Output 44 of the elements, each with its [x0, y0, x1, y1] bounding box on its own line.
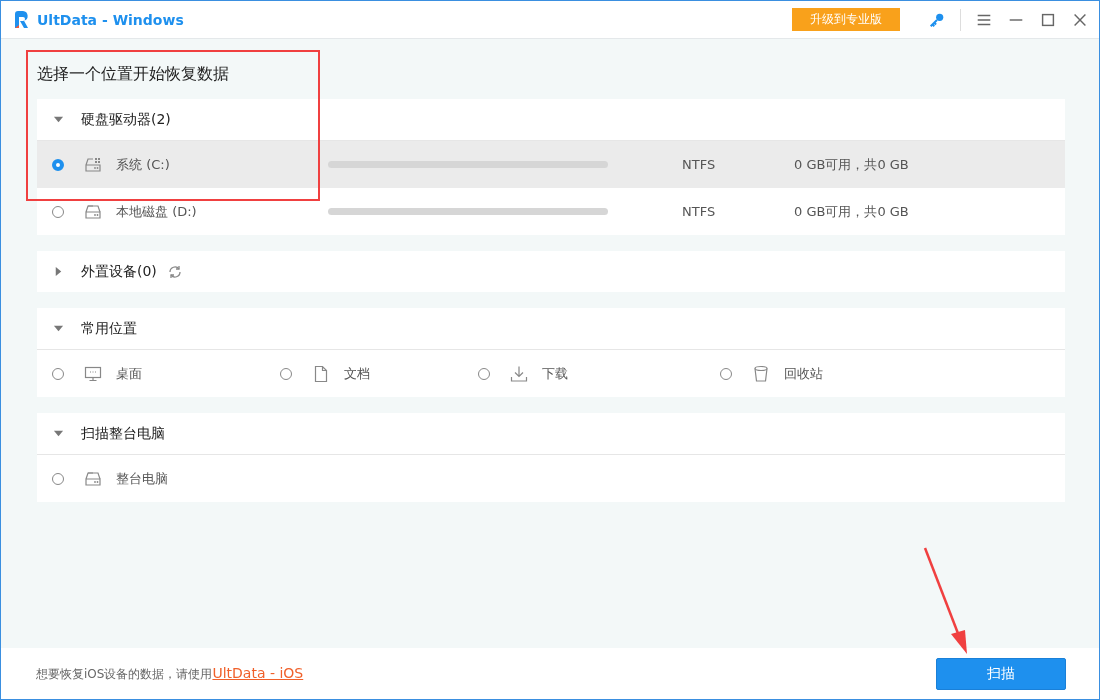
monitor-icon: [84, 364, 102, 383]
window-title: UltData - Windows: [37, 11, 184, 28]
radio-button[interactable]: [280, 367, 292, 380]
section-title[interactable]: 外置设备(0): [81, 262, 157, 281]
system-drive-icon: [84, 155, 102, 174]
location-name: 回收站: [784, 364, 823, 383]
location-option[interactable]: 回收站: [720, 364, 823, 383]
caret-icon[interactable]: [53, 266, 64, 277]
location-name: 桌面: [116, 364, 142, 383]
document-icon: [312, 364, 330, 383]
ios-hint: 想要恢复iOS设备的数据，请使用UltData - iOS: [36, 664, 304, 683]
page-heading: 选择一个位置开始恢复数据: [37, 63, 230, 85]
radio-button[interactable]: [52, 472, 64, 485]
drive-row[interactable]: 整台电脑: [37, 455, 1065, 502]
caret-icon[interactable]: [53, 114, 64, 125]
capacity-label: 0 GB可用，共0 GB: [794, 202, 909, 221]
filesystem-label: NTFS: [682, 204, 717, 219]
drive-icon: [84, 469, 102, 488]
drive-name: 整台电脑: [116, 469, 169, 488]
section-title[interactable]: 硬盘驱动器(2): [81, 110, 171, 129]
location-name: 下载: [542, 364, 568, 383]
drive-row[interactable]: 系统 (C:) NTFS 0 GB可用，共0 GB: [37, 141, 1065, 188]
drive-name: 本地磁盘 (D:): [116, 202, 198, 221]
section-title[interactable]: 常用位置: [81, 319, 137, 338]
radio-button[interactable]: [52, 205, 64, 218]
location-name: 文档: [344, 364, 370, 383]
trash-icon: [752, 364, 770, 383]
drive-icon: [84, 202, 102, 221]
location-option[interactable]: 下载: [478, 364, 720, 383]
radio-button[interactable]: [52, 158, 64, 171]
section-title[interactable]: 扫描整台电脑: [81, 424, 165, 443]
drive-row[interactable]: 本地磁盘 (D:) NTFS 0 GB可用，共0 GB: [37, 188, 1065, 235]
location-option[interactable]: 文档: [280, 364, 478, 383]
download-icon: [510, 364, 528, 383]
caret-icon[interactable]: [53, 428, 64, 439]
location-option[interactable]: 桌面: [52, 364, 280, 383]
caret-icon[interactable]: [53, 323, 64, 334]
filesystem-label: NTFS: [682, 157, 717, 172]
radio-button[interactable]: [478, 367, 490, 380]
drive-name: 系统 (C:): [116, 155, 171, 174]
capacity-label: 0 GB可用，共0 GB: [794, 155, 909, 174]
radio-button[interactable]: [52, 367, 64, 380]
radio-button[interactable]: [720, 367, 732, 380]
refresh-icon[interactable]: [166, 263, 183, 280]
